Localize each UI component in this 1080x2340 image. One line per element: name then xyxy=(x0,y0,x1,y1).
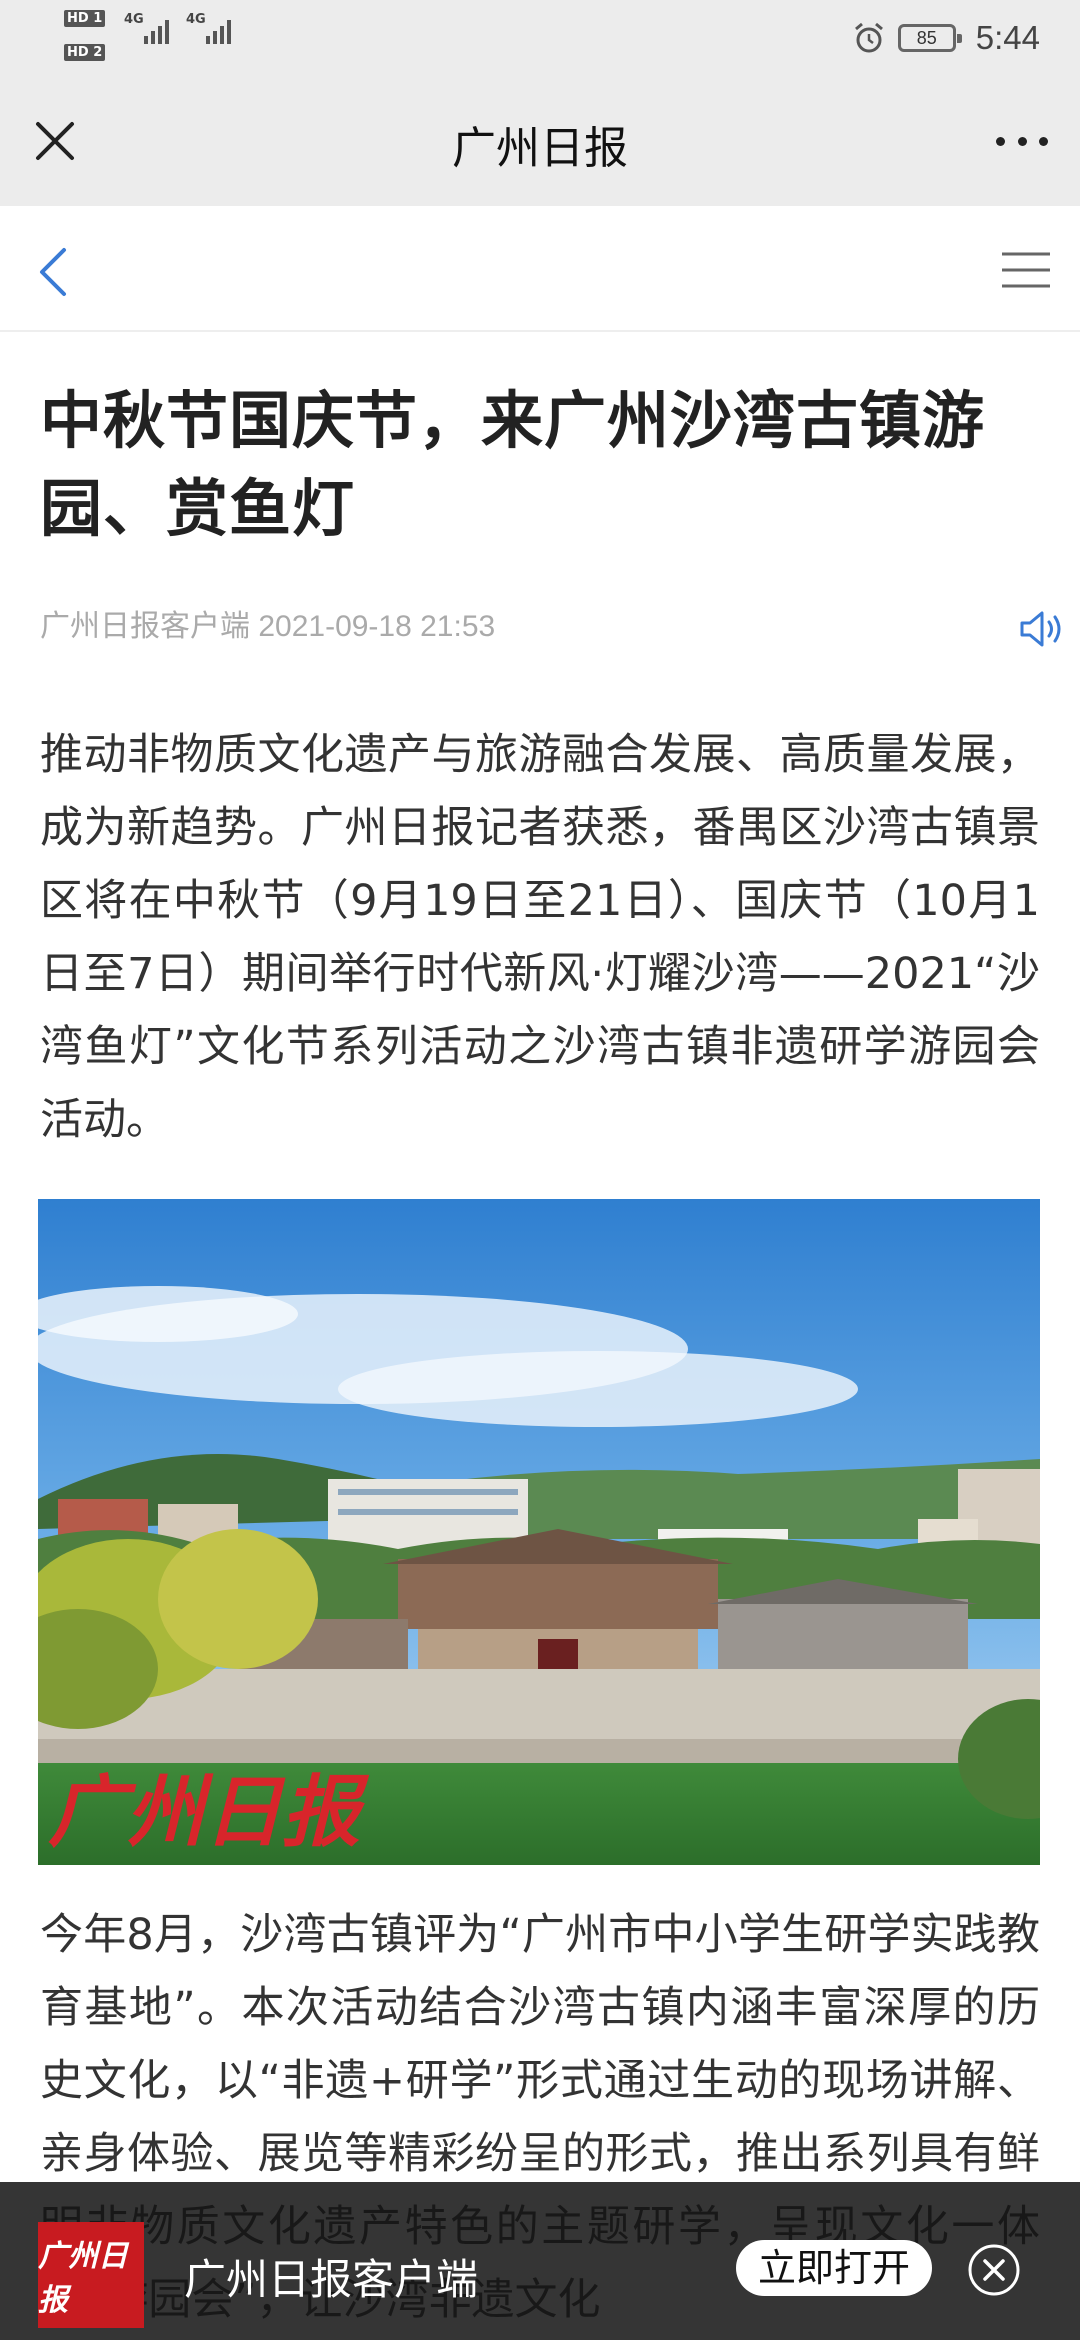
signal-icon-2 xyxy=(206,18,231,44)
nav-bar xyxy=(0,206,1080,332)
signal-area: HD 1 HD 2 4G 4G xyxy=(64,8,244,68)
alarm-icon xyxy=(854,22,883,53)
battery-level: 85 xyxy=(916,27,937,48)
clock: 5:44 xyxy=(975,19,1040,56)
more-icon[interactable] xyxy=(990,116,1054,166)
network-label-1: 4G xyxy=(124,12,144,27)
network-label-2: 4G xyxy=(186,12,206,27)
hd2-badge: HD 2 xyxy=(64,44,106,61)
app-title: 广州日报 xyxy=(452,123,628,174)
speaker-icon[interactable] xyxy=(1014,601,1070,657)
status-right: 85 5:44 xyxy=(852,16,1040,60)
article-meta: 广州日报客户端 2021-09-18 21:53 xyxy=(40,601,1061,661)
status-bar: HD 1 HD 2 4G 4G 85 5:44 xyxy=(0,0,1080,76)
photo-watermark: 广州日报 xyxy=(48,1767,370,1858)
signal-icon-1 xyxy=(144,18,169,44)
app-bar: 广州日报 xyxy=(0,76,1080,206)
chevron-left-icon[interactable] xyxy=(30,240,80,304)
close-circle-icon[interactable] xyxy=(966,2242,1022,2298)
app-logo: 广州日报 xyxy=(38,2222,144,2328)
article-title: 中秋节国庆节，来广州沙湾古镇游园、赏鱼灯 xyxy=(40,384,986,545)
article-photo: 广州日报 xyxy=(38,1199,1040,1865)
article-source: 广州日报客户端 2021-09-18 21:53 xyxy=(40,610,496,643)
banner-app-name: 广州日报客户端 xyxy=(184,2255,479,2304)
menu-icon[interactable] xyxy=(998,242,1054,298)
hd1-badge: HD 1 xyxy=(64,10,106,27)
battery-icon: 85 xyxy=(897,24,962,52)
article-paragraph-1: 推动非物质文化遗产与旅游融合发展、高质量发展，成为新趋势。广州日报记者获悉，番禺… xyxy=(40,730,1040,1145)
open-app-banner: 广州日报 广州日报客户端 立即打开 xyxy=(0,2182,1080,2340)
open-app-button[interactable]: 立即打开 xyxy=(736,2240,932,2296)
article: 中秋节国庆节，来广州沙湾古镇游园、赏鱼灯 广州日报客户端 2021-09-18 … xyxy=(38,332,1061,2337)
